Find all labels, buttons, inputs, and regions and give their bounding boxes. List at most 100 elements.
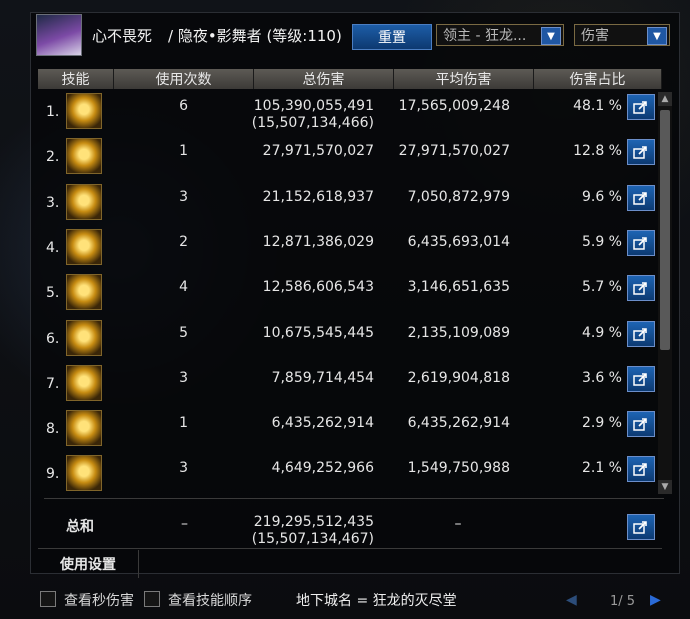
table-row: 6. 5 10,675,545,445 2,135,109,089 4.9 % (38, 317, 656, 362)
page-indicator: 1/ 5 (610, 594, 636, 609)
scroll-up-icon[interactable]: ▲ (658, 92, 672, 106)
column-damage-share[interactable]: 伤害占比 (534, 69, 662, 89)
metric-dropdown-value: 伤害 (581, 28, 609, 44)
share-button[interactable] (627, 514, 655, 540)
usage-settings-tab[interactable]: 使用设置 (38, 550, 139, 578)
share-button[interactable] (627, 320, 655, 347)
avg-damage: 1,549,750,988 (407, 460, 510, 477)
total-damage-value: 4,649,252,966 (271, 460, 374, 477)
use-count: 1 (179, 415, 188, 432)
summary-label: 总和 (66, 519, 94, 535)
column-total-damage[interactable]: 总伤害 (254, 69, 394, 89)
share-icon (633, 463, 647, 477)
share-icon (633, 101, 647, 114)
share-icon (633, 191, 647, 205)
share-button[interactable] (627, 456, 655, 483)
column-avg-damage[interactable]: 平均伤害 (394, 69, 534, 89)
total-damage: 10,675,545,445 (238, 325, 374, 342)
total-damage: 27,971,570,027 (238, 143, 374, 160)
share-button[interactable] (627, 139, 655, 166)
use-count: 4 (179, 279, 188, 296)
column-skill[interactable]: 技能 (38, 69, 114, 89)
total-damage: 12,586,606,543 (238, 279, 374, 296)
use-count: 3 (179, 369, 188, 386)
share-button[interactable] (627, 229, 655, 256)
total-damage: 4,649,252,966 (238, 460, 374, 477)
use-count: 5 (179, 324, 188, 341)
triangle-left-icon[interactable]: ◀ (566, 592, 577, 608)
divider (38, 548, 662, 549)
damage-share: 5.9 % (581, 233, 622, 250)
scroll-thumb[interactable] (660, 110, 670, 350)
table-row: 4. 2 12,871,386,029 6,435,693,014 5.9 % (38, 226, 656, 271)
share-icon (633, 146, 647, 160)
share-button[interactable] (627, 275, 655, 302)
skill-icon (66, 455, 102, 492)
metric-dropdown[interactable]: 伤害 ▼ (574, 24, 670, 46)
target-dropdown[interactable]: 领主 - 狂龙... ▼ (436, 24, 564, 46)
row-index: 2. (46, 149, 60, 166)
row-index: 8. (46, 421, 60, 438)
share-button[interactable] (627, 184, 655, 211)
dps-checkbox[interactable] (40, 591, 56, 607)
share-icon (633, 282, 647, 295)
damage-share: 48.1 % (573, 98, 622, 114)
avg-damage: 17,565,009,248 (398, 98, 510, 114)
dps-checkbox-label[interactable]: 查看秒伤害 (64, 590, 134, 610)
skill-icon (66, 228, 102, 265)
skill-icon (66, 364, 102, 401)
total-damage: 21,152,618,937 (238, 189, 374, 206)
damage-share: 9.6 % (581, 188, 622, 205)
damage-share: 3.6 % (581, 369, 622, 386)
use-count: 3 (179, 460, 188, 477)
total-damage: 12,871,386,029 (238, 234, 374, 251)
skill-order-checkbox[interactable] (144, 591, 160, 607)
summary-total: 219,295,512,435 (15,507,134,467) (238, 514, 374, 548)
character-class-level: / 隐夜•影舞者 (等级:110) (168, 27, 342, 45)
damage-share: 4.9 % (581, 324, 622, 341)
avg-damage: 3,146,651,635 (407, 279, 510, 296)
table-header: 技能 使用次数 总伤害 平均伤害 伤害占比 (38, 69, 662, 89)
total-damage-value: 27,971,570,027 (262, 143, 374, 160)
scrollbar[interactable]: ▲ ▼ (658, 92, 672, 494)
table-row: 7. 3 7,859,714,454 2,619,904,818 3.6 % (38, 362, 656, 407)
skill-order-checkbox-label[interactable]: 查看技能顺序 (168, 590, 252, 610)
skill-icon (66, 319, 102, 356)
avg-damage: 27,971,570,027 (398, 143, 510, 160)
share-button[interactable] (627, 94, 655, 120)
use-count: 3 (179, 188, 188, 205)
scroll-down-icon[interactable]: ▼ (658, 480, 672, 494)
table-row: 5. 4 12,586,606,543 3,146,651,635 5.7 % (38, 271, 656, 316)
total-damage-value: 21,152,618,937 (262, 188, 374, 205)
character-avatar (36, 14, 82, 56)
chevron-down-icon[interactable]: ▼ (541, 27, 561, 45)
target-dropdown-value: 领主 - 狂龙... (443, 28, 527, 44)
skill-icon (66, 138, 102, 175)
avg-damage: 2,619,904,818 (407, 369, 510, 386)
avg-damage: 7,050,872,979 (407, 188, 510, 205)
share-button[interactable] (627, 365, 655, 392)
share-icon (633, 372, 647, 386)
share-button[interactable] (627, 411, 655, 438)
total-damage: 105,390,055,491 (15,507,134,466) (238, 98, 374, 132)
table-row: 8. 1 6,435,262,914 6,435,262,914 2.9 % (38, 407, 656, 452)
total-damage-value: 12,871,386,029 (262, 233, 374, 250)
use-count: 1 (179, 143, 188, 160)
triangle-right-icon[interactable]: ▶ (650, 592, 661, 608)
reset-button[interactable]: 重置 (352, 24, 432, 50)
skill-icon (66, 410, 102, 447)
share-icon (633, 327, 647, 341)
total-damage: 7,859,714,454 (238, 370, 374, 387)
summary-total-value: 219,295,512,435 (253, 514, 374, 530)
total-damage-value: 12,586,606,543 (262, 279, 374, 296)
skill-icon (66, 93, 102, 129)
use-count: 6 (179, 98, 188, 114)
avg-damage: 6,435,693,014 (407, 233, 510, 250)
skill-icon (66, 183, 102, 220)
divider (44, 498, 664, 499)
share-icon (633, 521, 647, 534)
chevron-down-icon[interactable]: ▼ (647, 27, 667, 45)
total-damage-sub: (15,507,134,466) (251, 115, 374, 131)
column-use-count[interactable]: 使用次数 (114, 69, 254, 89)
damage-share: 2.9 % (581, 415, 622, 432)
